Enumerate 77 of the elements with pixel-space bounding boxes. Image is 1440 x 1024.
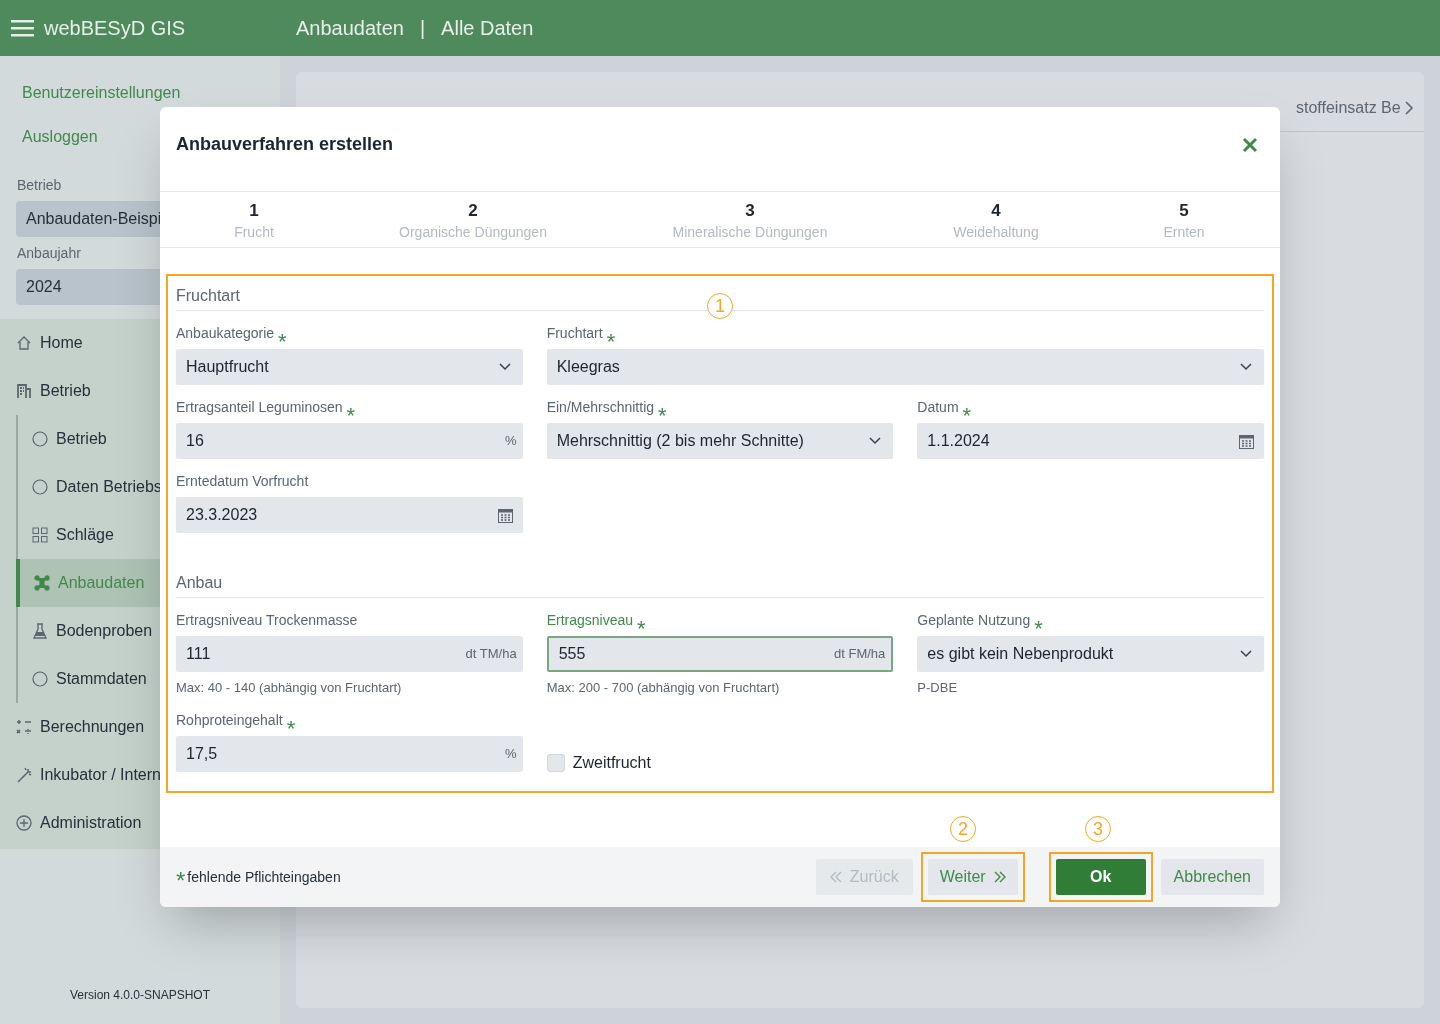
field-label: Anbaujahr [16, 244, 82, 263]
field-label: Erntedatum Vorfrucht [176, 472, 309, 491]
required-mark: * [286, 723, 296, 734]
breadcrumb-separator: | [419, 16, 426, 41]
field-label: Anbaukategorie [176, 324, 275, 343]
panel-tab[interactable]: stoffeinsatz Be [1296, 95, 1401, 120]
input-field[interactable]: 555 dt FM/ha [546, 636, 894, 672]
chevron-down-icon [1240, 363, 1252, 371]
field-label: Geplante Nutzung [917, 611, 1031, 630]
date-field[interactable]: 1.1.2024 [917, 423, 1264, 459]
select-field[interactable]: Kleegras [546, 349, 1264, 385]
version-label: Version 4.0.0-SNAPSHOT [68, 987, 212, 1004]
step-label: Organische Düngungen [399, 223, 547, 242]
callout-number: 3 [1085, 816, 1111, 842]
ok-button[interactable]: Ok [1055, 859, 1146, 895]
chevron-down-icon [1240, 650, 1252, 658]
field-label: Ertragsniveau [546, 611, 634, 630]
step-number: 1 [249, 200, 259, 222]
step-label: Mineralische Düngungen [672, 223, 828, 242]
nav-item[interactable]: Administration [0, 799, 280, 847]
step-label: Weidehaltung [953, 223, 1039, 242]
step-label: Ernten [1163, 223, 1205, 242]
circle-icon [32, 671, 48, 687]
callout-number: 2 [950, 816, 976, 842]
date-field[interactable]: 23.3.2023 [176, 497, 523, 533]
unit-label: dt TM/ha [465, 645, 517, 664]
unit-label: % [505, 744, 517, 763]
menu-icon [11, 19, 34, 37]
calculator-icon [16, 719, 32, 735]
wand-icon [16, 767, 32, 783]
input-field[interactable]: 16 % [176, 423, 523, 459]
step-number: 3 [745, 200, 755, 222]
calendar-icon [497, 507, 513, 523]
app-title: webBESyD GIS [44, 16, 186, 41]
select-field[interactable]: Hauptfrucht [176, 349, 523, 385]
section-title: Anbau [176, 563, 1264, 598]
double-chevron-right-icon [993, 871, 1006, 883]
calendar-icon [1239, 433, 1254, 449]
close-button[interactable] [1242, 137, 1258, 153]
plus-circle-icon [16, 815, 32, 831]
field-label: Datum [917, 398, 959, 417]
dialog-title: Anbauverfahren erstellen [176, 133, 394, 156]
field-label: Betrieb [16, 176, 63, 195]
chevron-down-icon [869, 437, 882, 445]
cancel-button[interactable]: Abbrechen [1160, 859, 1264, 895]
hint-text: P-DBE [917, 679, 959, 697]
double-chevron-left-icon [829, 871, 842, 883]
checkbox[interactable] [546, 753, 565, 772]
required-note: fehlende Pflichteingaben [187, 867, 341, 887]
input-field[interactable]: 111 dt TM/ha [176, 636, 523, 672]
unit-label: % [505, 432, 517, 451]
chevron-right-icon [1404, 99, 1414, 116]
home-icon [16, 335, 32, 351]
field-label: Ertragsanteil Leguminosen [176, 398, 343, 417]
field-label: Ertragsniveau Trockenmasse [176, 611, 358, 630]
field-label: Fruchtart [546, 324, 603, 343]
select-field[interactable]: es gibt kein Nebenprodukt [917, 636, 1264, 672]
circle-icon [32, 479, 48, 495]
unit-label: dt FM/ha [834, 645, 886, 664]
chevron-down-icon [498, 363, 511, 371]
grid-icon [32, 527, 48, 543]
hint-text: Max: 40 - 140 (abhängig von Fruchtart) [176, 679, 403, 697]
step-number: 4 [991, 200, 1001, 222]
select-field[interactable]: Mehrschnittig (2 bis mehr Schnitte) [546, 423, 894, 459]
network-icon [34, 575, 50, 591]
close-icon [1242, 137, 1258, 153]
checkbox-label: Zweitfrucht [572, 752, 651, 773]
flask-icon [32, 623, 48, 639]
hint-text: Max: 200 - 700 (abhängig von Fruchtart) [546, 679, 781, 697]
building-icon [16, 383, 32, 399]
circle-icon [32, 431, 48, 447]
input-field[interactable]: 17,5 % [176, 735, 523, 772]
field-label: Ein/Mehrschnittig [546, 398, 655, 417]
step-number: 5 [1179, 200, 1189, 222]
field-label: Rohproteingehalt [176, 710, 283, 730]
callout-number: 1 [707, 293, 733, 319]
step-number: 2 [468, 200, 478, 222]
